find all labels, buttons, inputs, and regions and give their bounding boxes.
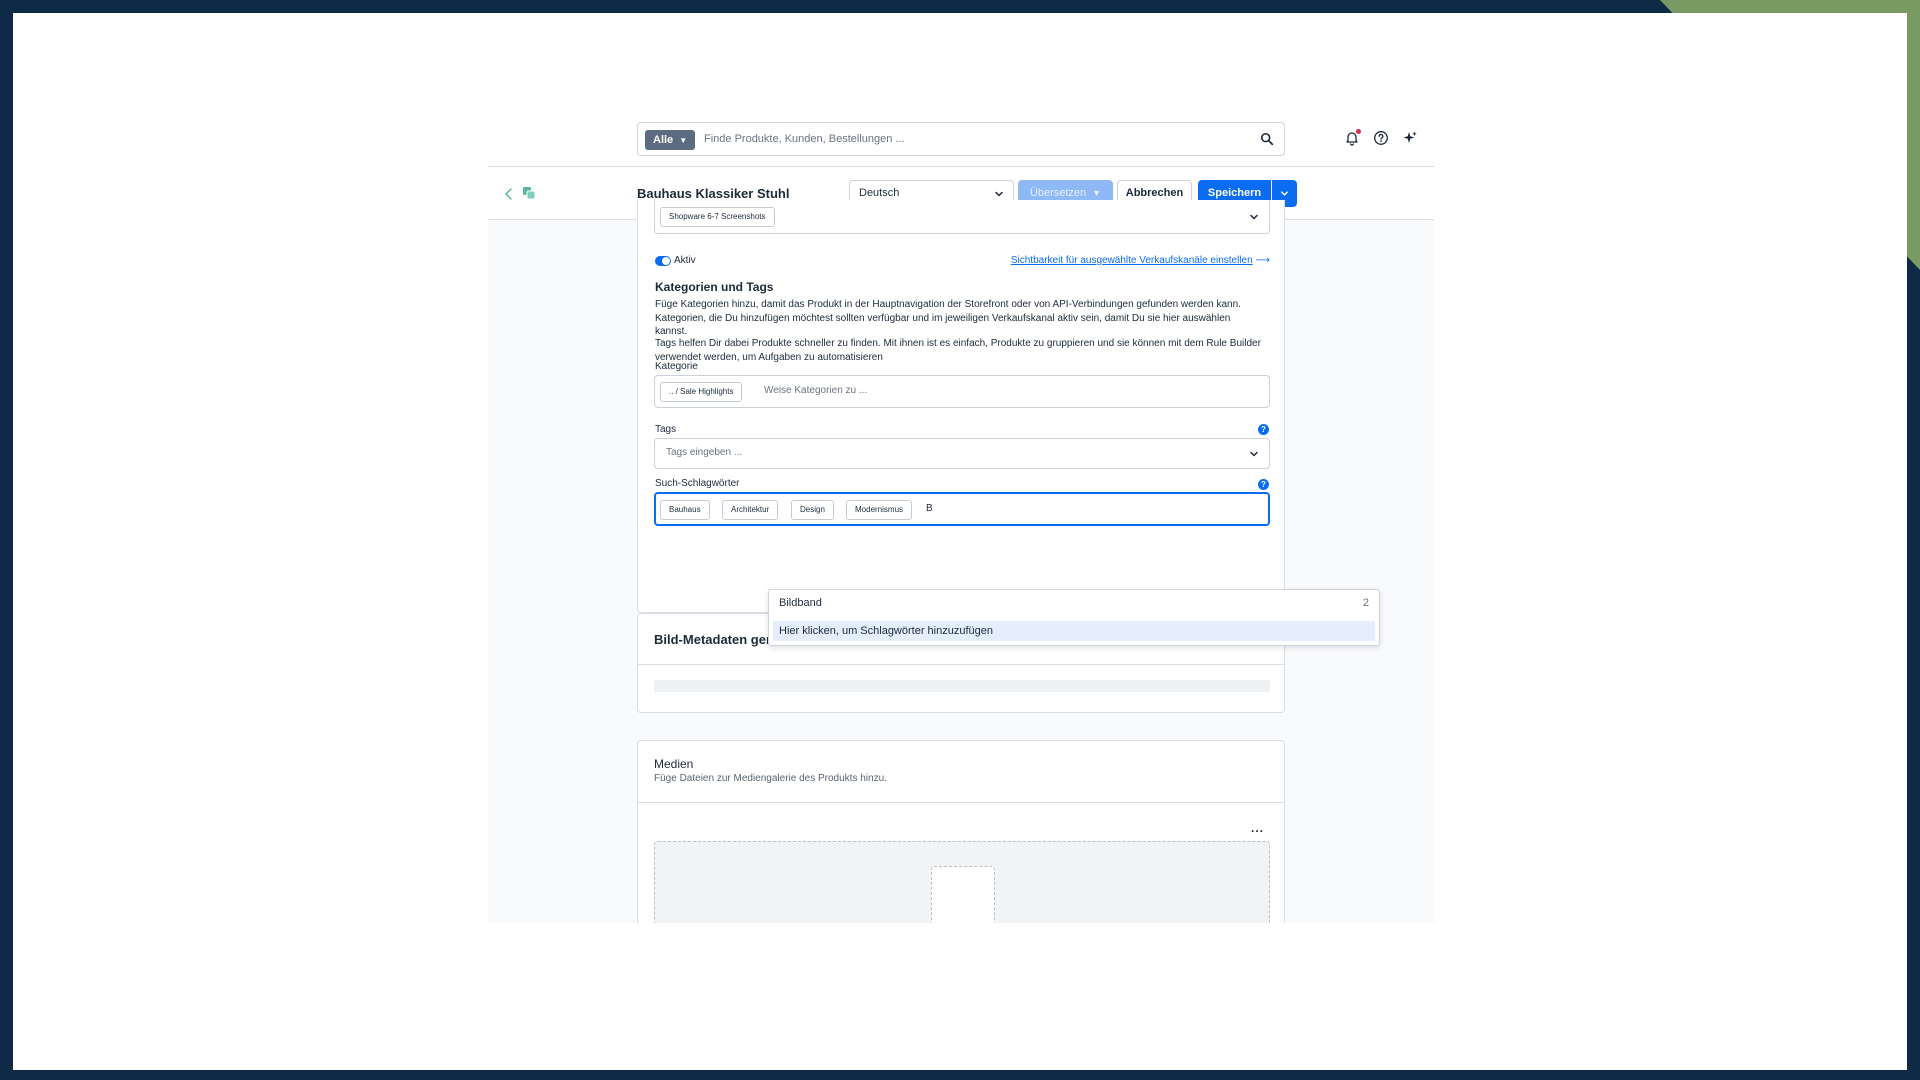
keyword-chip[interactable]: Modernismus bbox=[846, 500, 913, 520]
tags-field[interactable]: Tags eingeben ... bbox=[654, 438, 1270, 469]
loading-skeleton bbox=[654, 680, 1270, 692]
add-keyword-item[interactable]: Hier klicken, um Schlagwörter hinzuzufüg… bbox=[773, 621, 1375, 641]
notification-dot bbox=[1356, 129, 1361, 134]
media-upload-area[interactable] bbox=[654, 841, 1270, 923]
chevron-down-icon bbox=[1250, 451, 1258, 457]
search-keywords-field[interactable]: Bauhaus Architektur Design Modernismus B bbox=[654, 492, 1270, 526]
keywords-label: Such-Schlagwörter bbox=[655, 478, 740, 489]
categories-description: Füge Kategorien hinzu, damit das Produkt… bbox=[655, 299, 1241, 337]
content-area: Shopware 6-7 Screenshots Aktiv Sichtbark… bbox=[488, 200, 1434, 923]
divider bbox=[638, 802, 1284, 803]
media-card-subtitle: Füge Dateien zur Mediengalerie des Produ… bbox=[654, 773, 887, 784]
translate-label: Übersetzen bbox=[1029, 187, 1087, 199]
active-toggle[interactable] bbox=[655, 256, 671, 266]
category-chip[interactable]: .. / Sale Highlights bbox=[660, 382, 743, 402]
keyword-suggestions-dropdown: Bildband 2 Hier klicken, um Schlagwörter… bbox=[768, 589, 1380, 646]
suggestion-label: Bildband bbox=[779, 597, 822, 609]
keyword-chip[interactable]: Design bbox=[791, 500, 834, 520]
visibility-categories-card: Shopware 6-7 Screenshots Aktiv Sichtbark… bbox=[637, 200, 1285, 613]
sales-channel-chip[interactable]: Shopware 6-7 Screenshots bbox=[660, 207, 775, 227]
search-icon[interactable] bbox=[1260, 132, 1274, 146]
global-search: Alle ▼ bbox=[637, 122, 1285, 156]
search-type-label: Alle bbox=[653, 134, 674, 146]
section-title: Kategorien und Tags bbox=[655, 280, 774, 294]
chevron-down-icon bbox=[1281, 191, 1288, 196]
arrow-right-icon: ⟶ bbox=[1255, 255, 1270, 266]
active-label: Aktiv bbox=[674, 255, 696, 266]
search-type-select[interactable]: Alle ▼ bbox=[645, 130, 696, 150]
language-value: Deutsch bbox=[859, 187, 900, 199]
keyword-chip[interactable]: Architektur bbox=[722, 500, 779, 520]
keyword-chip[interactable]: Bauhaus bbox=[660, 500, 710, 520]
help-icon[interactable]: ? bbox=[1258, 424, 1269, 435]
help-icon[interactable] bbox=[1373, 130, 1389, 146]
page-title: Bauhaus Klassiker Stuhl bbox=[637, 186, 790, 201]
tags-description: Tags helfen Dir dabei Produkte schneller… bbox=[655, 338, 1261, 363]
chevron-down-icon: ▼ bbox=[679, 136, 688, 145]
keyword-input[interactable]: B bbox=[926, 503, 933, 514]
product-variants-icon bbox=[523, 187, 536, 200]
category-label: Kategorie bbox=[655, 361, 698, 372]
keyword-suggestion-item[interactable]: Bildband 2 bbox=[773, 593, 1375, 613]
top-bar: Alle ▼ bbox=[488, 109, 1434, 167]
sales-channel-select[interactable]: Shopware 6-7 Screenshots bbox=[654, 200, 1270, 234]
media-card-title: Medien bbox=[654, 757, 694, 771]
back-icon[interactable] bbox=[502, 187, 516, 201]
visibility-link[interactable]: Sichtbarkeit für ausgewählte Verkaufskan… bbox=[1011, 255, 1270, 266]
suggestion-count: 2 bbox=[1362, 597, 1369, 609]
sparkle-icon[interactable] bbox=[1402, 130, 1418, 146]
more-options-icon[interactable]: ... bbox=[1251, 821, 1264, 835]
chevron-down-icon bbox=[1250, 214, 1258, 220]
tags-label: Tags bbox=[655, 424, 677, 435]
admin-app: Alle ▼ Bauhaus Klassiker Stuhl Deutsch Üb… bbox=[488, 109, 1434, 923]
media-card: Medien Füge Dateien zur Mediengalerie de… bbox=[637, 740, 1285, 923]
search-input[interactable] bbox=[704, 123, 1244, 155]
category-field[interactable]: .. / Sale Highlights Weise Kategorien zu… bbox=[654, 375, 1270, 408]
category-placeholder: Weise Kategorien zu ... bbox=[764, 385, 868, 396]
help-icon[interactable]: ? bbox=[1258, 479, 1269, 490]
visibility-link-label: Sichtbarkeit für ausgewählte Verkaufskan… bbox=[1010, 255, 1253, 266]
tags-placeholder: Tags eingeben ... bbox=[666, 447, 743, 458]
upload-placeholder-box[interactable] bbox=[931, 866, 995, 923]
divider bbox=[638, 664, 1284, 665]
chevron-down-icon bbox=[995, 191, 1003, 197]
browser-frame: Alle ▼ Bauhaus Klassiker Stuhl Deutsch Üb… bbox=[13, 13, 1907, 1070]
